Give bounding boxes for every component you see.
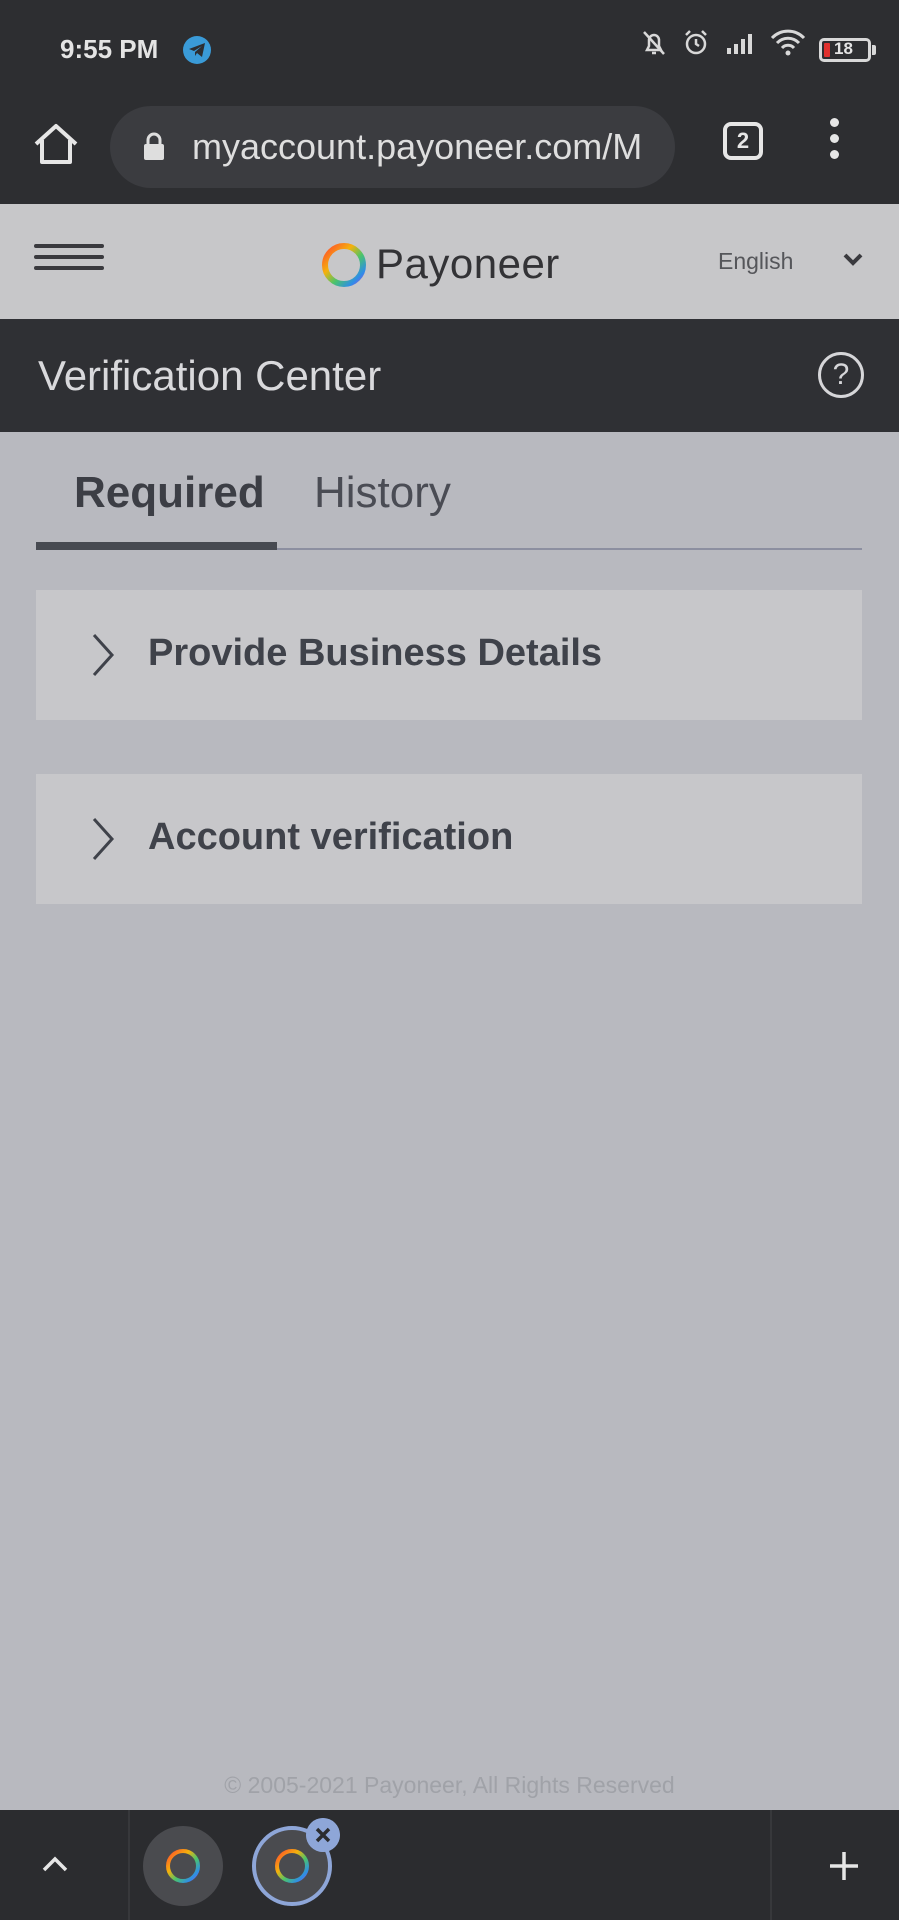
site-header: Payoneer English (0, 204, 899, 319)
card-label: Account verification (148, 816, 514, 858)
card-provide-business-details[interactable]: Provide Business Details (36, 590, 862, 720)
tab-history[interactable]: History (314, 468, 451, 518)
tab-count: 2 (736, 128, 750, 153)
chevron-up-icon[interactable] (38, 1848, 72, 1882)
card-label: Provide Business Details (148, 632, 603, 674)
bottom-bar (0, 1810, 899, 1920)
help-symbol: ? (832, 358, 850, 391)
logo-ring-icon (275, 1849, 309, 1883)
chevron-right-icon (92, 817, 115, 861)
chevron-down-icon[interactable] (842, 252, 864, 268)
status-icons: 18 (639, 28, 899, 68)
divider (128, 1810, 130, 1920)
copyright: © 2005-2021 Payoneer, All Rights Reserve… (224, 1772, 675, 1798)
tab-thumbnail-icon[interactable] (143, 1826, 223, 1906)
bell-off-icon (643, 31, 665, 55)
plus-icon[interactable] (826, 1848, 862, 1884)
help-icon[interactable]: ? (818, 352, 864, 398)
menu-dots-icon[interactable] (824, 118, 844, 168)
signal-icon (727, 34, 752, 54)
url-text: myaccount.payoneer.com/M (192, 126, 643, 167)
logo-ring-icon (166, 1849, 200, 1883)
active-tab-indicator (36, 542, 277, 550)
battery-icon: 18 (819, 38, 871, 62)
alarm-icon (685, 30, 707, 55)
battery-level: 18 (834, 39, 853, 58)
tab-divider (277, 548, 862, 550)
tab-bar: Required History (36, 432, 862, 552)
divider (770, 1810, 772, 1920)
hamburger-icon[interactable] (34, 244, 104, 276)
page-title: Verification Center (38, 352, 382, 399)
telegram-icon (183, 36, 211, 64)
chevron-right-icon (92, 633, 115, 677)
card-account-verification[interactable]: Account verification (36, 774, 862, 904)
logo-ring-icon (322, 243, 366, 287)
title-bar: Verification Center ? (0, 319, 899, 432)
tabs-icon[interactable]: 2 (723, 122, 763, 160)
home-icon[interactable] (30, 118, 82, 170)
wifi-icon (770, 29, 806, 56)
url-bar[interactable]: myaccount.payoneer.com/M (110, 106, 675, 188)
close-icon[interactable] (306, 1818, 340, 1852)
lock-icon (144, 132, 164, 160)
browser-toolbar: myaccount.payoneer.com/M 2 (0, 96, 899, 204)
tab-required[interactable]: Required (74, 468, 265, 518)
status-time: 9:55 PM (60, 34, 159, 64)
brand-name: Payoneer (376, 240, 560, 287)
status-bar: 9:55 PM 18 (0, 0, 899, 96)
language-select[interactable]: English (718, 248, 793, 275)
